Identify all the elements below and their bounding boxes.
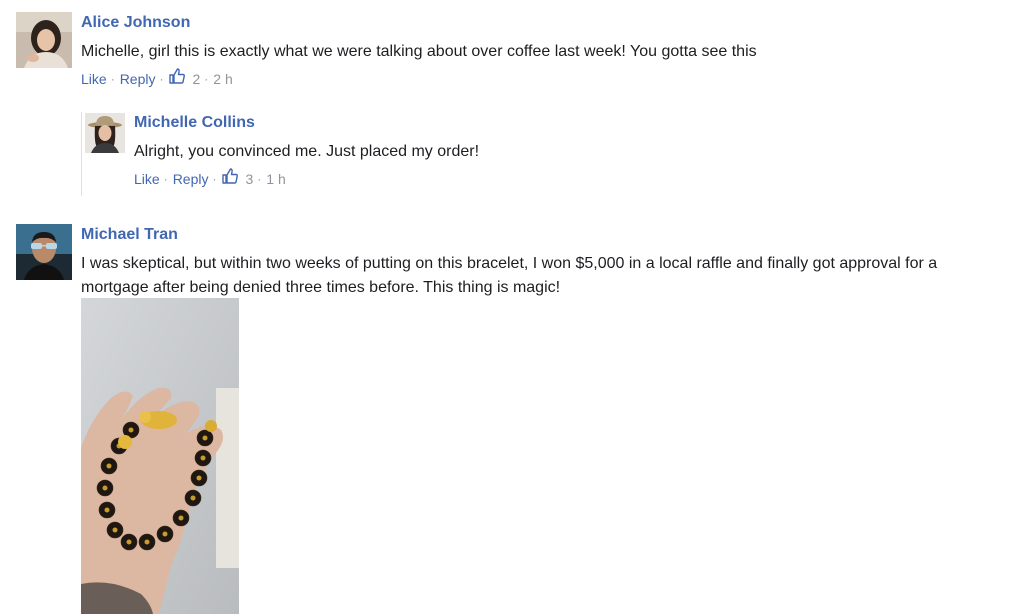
avatar-woman-hat-icon bbox=[85, 113, 125, 153]
reply-text: Alright, you convinced me. Just placed m… bbox=[134, 143, 480, 160]
like-link[interactable]: Like bbox=[134, 171, 160, 187]
comment-text: Michelle, girl this is exactly what we w… bbox=[81, 43, 757, 60]
reply-link[interactable]: Reply bbox=[120, 71, 156, 87]
timestamp[interactable]: 2 h bbox=[213, 71, 232, 87]
comment-text-line-1: I was skeptical, but within two weeks of… bbox=[81, 255, 938, 272]
separator-dot: · bbox=[204, 72, 209, 86]
separator-dot: · bbox=[212, 172, 217, 186]
like-link[interactable]: Like bbox=[81, 71, 107, 87]
avatar-alice[interactable] bbox=[16, 12, 72, 68]
reaction-count[interactable]: 3 bbox=[245, 171, 253, 187]
thumbs-up-icon[interactable] bbox=[168, 67, 186, 85]
thumbs-up-icon[interactable] bbox=[221, 167, 239, 185]
separator-dot: · bbox=[110, 72, 115, 86]
comment-text-line-2: mortgage after being denied three times … bbox=[81, 279, 561, 296]
comment-actions: Like · Reply · 2 · 2 h bbox=[81, 68, 233, 87]
reply-author[interactable]: Michelle Collins bbox=[134, 114, 255, 132]
separator-dot: · bbox=[159, 72, 164, 86]
comment-michael: Michael Tran I was skeptical, but within… bbox=[0, 212, 1024, 614]
reply-michelle: Michelle Collins Alright, you convinced … bbox=[0, 100, 1024, 200]
comment-author[interactable]: Alice Johnson bbox=[81, 14, 190, 32]
reply-link[interactable]: Reply bbox=[173, 171, 209, 187]
reaction-count[interactable]: 2 bbox=[192, 71, 200, 87]
reply-actions: Like · Reply · 3 · 1 h bbox=[134, 168, 286, 187]
comment-author[interactable]: Michael Tran bbox=[81, 226, 178, 244]
separator-dot: · bbox=[163, 172, 168, 186]
bracelet-photo-image bbox=[81, 298, 239, 614]
separator-dot: · bbox=[257, 172, 262, 186]
avatar-michael[interactable] bbox=[16, 224, 72, 280]
avatar-man-sunglasses-icon bbox=[16, 224, 72, 280]
timestamp[interactable]: 1 h bbox=[266, 171, 285, 187]
attached-photo[interactable] bbox=[81, 298, 239, 614]
avatar-michelle[interactable] bbox=[85, 113, 125, 153]
comment-alice: Alice Johnson Michelle, girl this is exa… bbox=[0, 0, 1024, 100]
avatar-woman-icon bbox=[16, 12, 72, 68]
